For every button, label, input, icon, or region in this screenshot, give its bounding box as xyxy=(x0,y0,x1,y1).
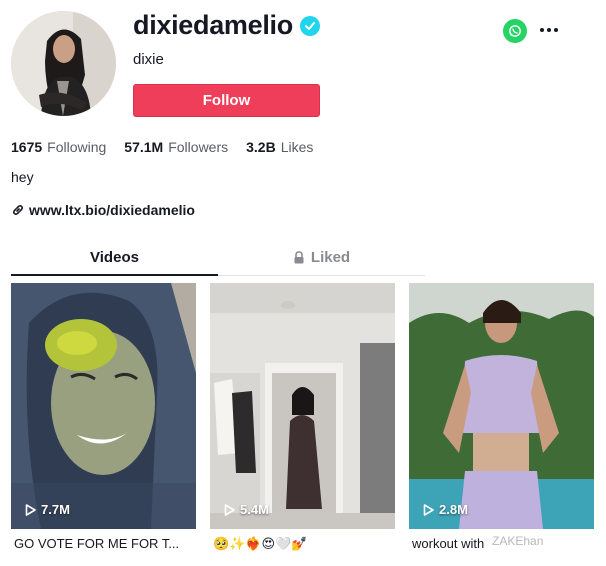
profile-stats: 1675 Following 57.1M Followers 3.2B Like… xyxy=(11,139,331,155)
play-icon xyxy=(423,503,434,516)
avatar-photo xyxy=(11,11,116,116)
stat-value: 1675 xyxy=(11,139,43,155)
stat-label: Following xyxy=(47,139,107,155)
username: dixiedamelio xyxy=(133,10,293,40)
view-count-text: 7.7M xyxy=(41,502,70,517)
stat-followers[interactable]: 57.1M Followers xyxy=(124,139,228,155)
whatsapp-icon[interactable] xyxy=(503,19,527,43)
view-count: 7.7M xyxy=(25,502,70,517)
video-thumbnail[interactable]: 2.8M xyxy=(409,283,594,529)
display-name: dixie xyxy=(133,51,164,68)
verified-badge-icon xyxy=(299,15,320,36)
stat-label: Followers xyxy=(168,139,229,155)
tab-liked-label: Liked xyxy=(310,249,351,266)
more-options-icon[interactable] xyxy=(540,28,558,32)
video-caption[interactable]: 🥺✨❤️‍🔥😍🤍💅 xyxy=(213,536,398,552)
stat-value: 57.1M xyxy=(124,139,164,155)
bio-text: hey xyxy=(11,169,34,185)
profile-link[interactable]: www.ltx.bio/dixiedamelio xyxy=(11,202,195,218)
view-count: 5.4M xyxy=(224,502,269,517)
username-row: dixiedamelio xyxy=(133,10,320,41)
avatar[interactable] xyxy=(11,11,116,116)
watermark: ZAKEhan xyxy=(492,534,544,548)
profile-tabs: Videos Liked xyxy=(11,240,425,276)
play-icon xyxy=(224,503,235,516)
tab-liked[interactable]: Liked xyxy=(218,240,425,275)
tab-videos[interactable]: Videos xyxy=(11,240,218,276)
lock-icon xyxy=(294,251,304,264)
stat-label: Likes xyxy=(280,139,314,155)
video-thumbnail[interactable]: 7.7M xyxy=(11,283,196,529)
stat-value: 3.2B xyxy=(246,139,276,155)
profile-link-text: www.ltx.bio/dixiedamelio xyxy=(29,202,195,218)
video-thumbnail[interactable]: 5.4M xyxy=(210,283,395,529)
view-count-text: 2.8M xyxy=(439,502,468,517)
link-icon xyxy=(12,205,24,215)
video-thumbnail-image xyxy=(409,283,594,529)
follow-button[interactable]: Follow xyxy=(133,84,320,117)
video-thumbnail-image xyxy=(210,283,395,529)
video-thumbnail-image xyxy=(11,283,196,529)
stat-likes: 3.2B Likes xyxy=(246,139,313,155)
tab-videos-label: Videos xyxy=(90,248,139,266)
play-icon xyxy=(25,503,36,516)
stat-following[interactable]: 1675 Following xyxy=(11,139,106,155)
video-caption[interactable]: GO VOTE FOR ME FOR T... xyxy=(14,536,199,551)
view-count-text: 5.4M xyxy=(240,502,269,517)
view-count: 2.8M xyxy=(423,502,468,517)
